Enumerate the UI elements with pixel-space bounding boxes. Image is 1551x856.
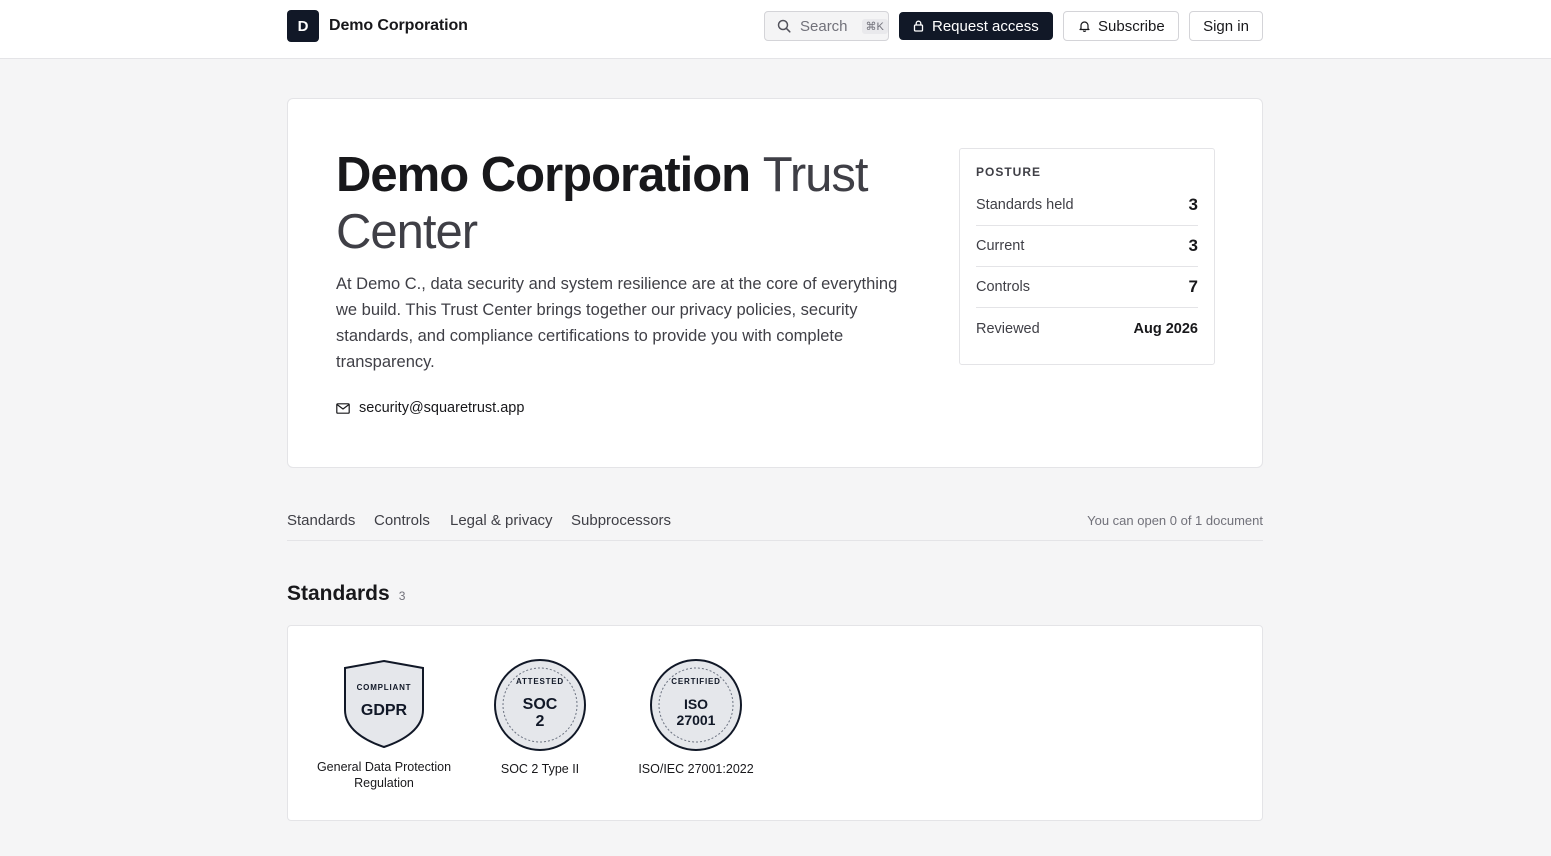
standard-caption: General Data Protection Regulation <box>316 760 452 790</box>
standards-count: 3 <box>398 589 406 603</box>
page-title-company: Demo Corporation <box>336 148 751 202</box>
iso27001-seal-badge: CERTIFIED ISO 27001 <box>650 659 742 751</box>
standards-title: Standards <box>287 582 390 605</box>
search-button[interactable]: Search ⌘K <box>764 11 889 41</box>
badge-main-text: ISO <box>684 696 708 712</box>
mail-icon <box>336 402 350 414</box>
lock-icon <box>913 20 924 32</box>
posture-label: Reviewed <box>976 320 1040 337</box>
posture-label: Standards held <box>976 197 1074 213</box>
request-access-button[interactable]: Request access <box>899 12 1053 40</box>
tab-legal-privacy[interactable]: Legal & privacy <box>450 512 553 529</box>
search-icon <box>777 19 791 33</box>
gdpr-shield-badge: COMPLIANT GDPR <box>344 659 424 749</box>
badge-top-text: ATTESTED <box>516 677 564 686</box>
brand-logo: D <box>287 10 319 42</box>
brand-name: Demo Corporation <box>329 17 468 34</box>
tab-standards[interactable]: Standards <box>287 512 355 529</box>
top-navigation-bar: D Demo Corporation Search ⌘K Request acc… <box>0 0 1551 59</box>
search-shortcut: ⌘K <box>861 18 888 34</box>
bell-icon <box>1079 21 1090 32</box>
standards-heading: Standards 3 <box>287 582 405 606</box>
posture-row-controls: Controls 7 <box>976 267 1198 308</box>
documents-access-note: You can open 0 of 1 document <box>1087 513 1263 528</box>
tab-controls[interactable]: Controls <box>374 512 430 529</box>
section-tabs: Standards Controls Legal & privacy Subpr… <box>287 504 1263 541</box>
posture-value: 7 <box>1188 277 1198 296</box>
hero-card: Demo Corporation Trust Center At Demo C.… <box>287 98 1263 468</box>
posture-heading: POSTURE <box>976 165 1042 179</box>
posture-row-reviewed: Reviewed Aug 2026 <box>976 308 1198 349</box>
standard-caption: SOC 2 Type II <box>500 762 580 776</box>
standard-gdpr[interactable]: COMPLIANT GDPR General Data Protection R… <box>314 658 454 791</box>
standards-card: COMPLIANT GDPR General Data Protection R… <box>287 625 1263 821</box>
posture-label: Controls <box>976 279 1030 295</box>
posture-value: 3 <box>1188 236 1198 255</box>
hero-description: At Demo C., data security and system res… <box>336 275 898 371</box>
tab-subprocessors[interactable]: Subprocessors <box>571 512 671 529</box>
badge-main-text: SOC <box>523 696 558 713</box>
sign-in-button[interactable]: Sign in <box>1189 11 1263 41</box>
badge-main-text-2: 2 <box>536 713 545 730</box>
subscribe-label: Subscribe <box>1098 17 1165 35</box>
posture-value: Aug 2026 <box>1133 320 1198 337</box>
posture-row-current: Current 3 <box>976 226 1198 267</box>
subscribe-button[interactable]: Subscribe <box>1063 11 1179 41</box>
security-email: security@squaretrust.app <box>359 400 525 416</box>
posture-label: Current <box>976 238 1025 254</box>
security-email-link[interactable]: security@squaretrust.app <box>336 400 524 416</box>
posture-value: 3 <box>1188 195 1198 214</box>
badge-top-text: COMPLIANT <box>357 683 412 692</box>
badge-top-text: CERTIFIED <box>671 677 720 686</box>
badge-main-text-2: 27001 <box>677 712 716 728</box>
standard-iso27001[interactable]: CERTIFIED ISO 27001 ISO/IEC 27001:2022 <box>626 658 766 777</box>
search-label: Search <box>800 17 848 35</box>
posture-panel: POSTURE Standards held 3 Current 3 Contr… <box>959 148 1215 365</box>
request-access-label: Request access <box>932 17 1039 35</box>
posture-row-standards-held: Standards held 3 <box>976 185 1198 226</box>
badge-main-text: GDPR <box>361 702 408 719</box>
standard-soc2[interactable]: ATTESTED SOC 2 SOC 2 Type II <box>470 658 610 777</box>
brand[interactable]: D Demo Corporation <box>287 10 468 42</box>
standard-caption: ISO/IEC 27001:2022 <box>638 762 754 776</box>
page-title: Demo Corporation Trust Center <box>336 147 916 261</box>
soc2-seal-badge: ATTESTED SOC 2 <box>494 659 586 751</box>
